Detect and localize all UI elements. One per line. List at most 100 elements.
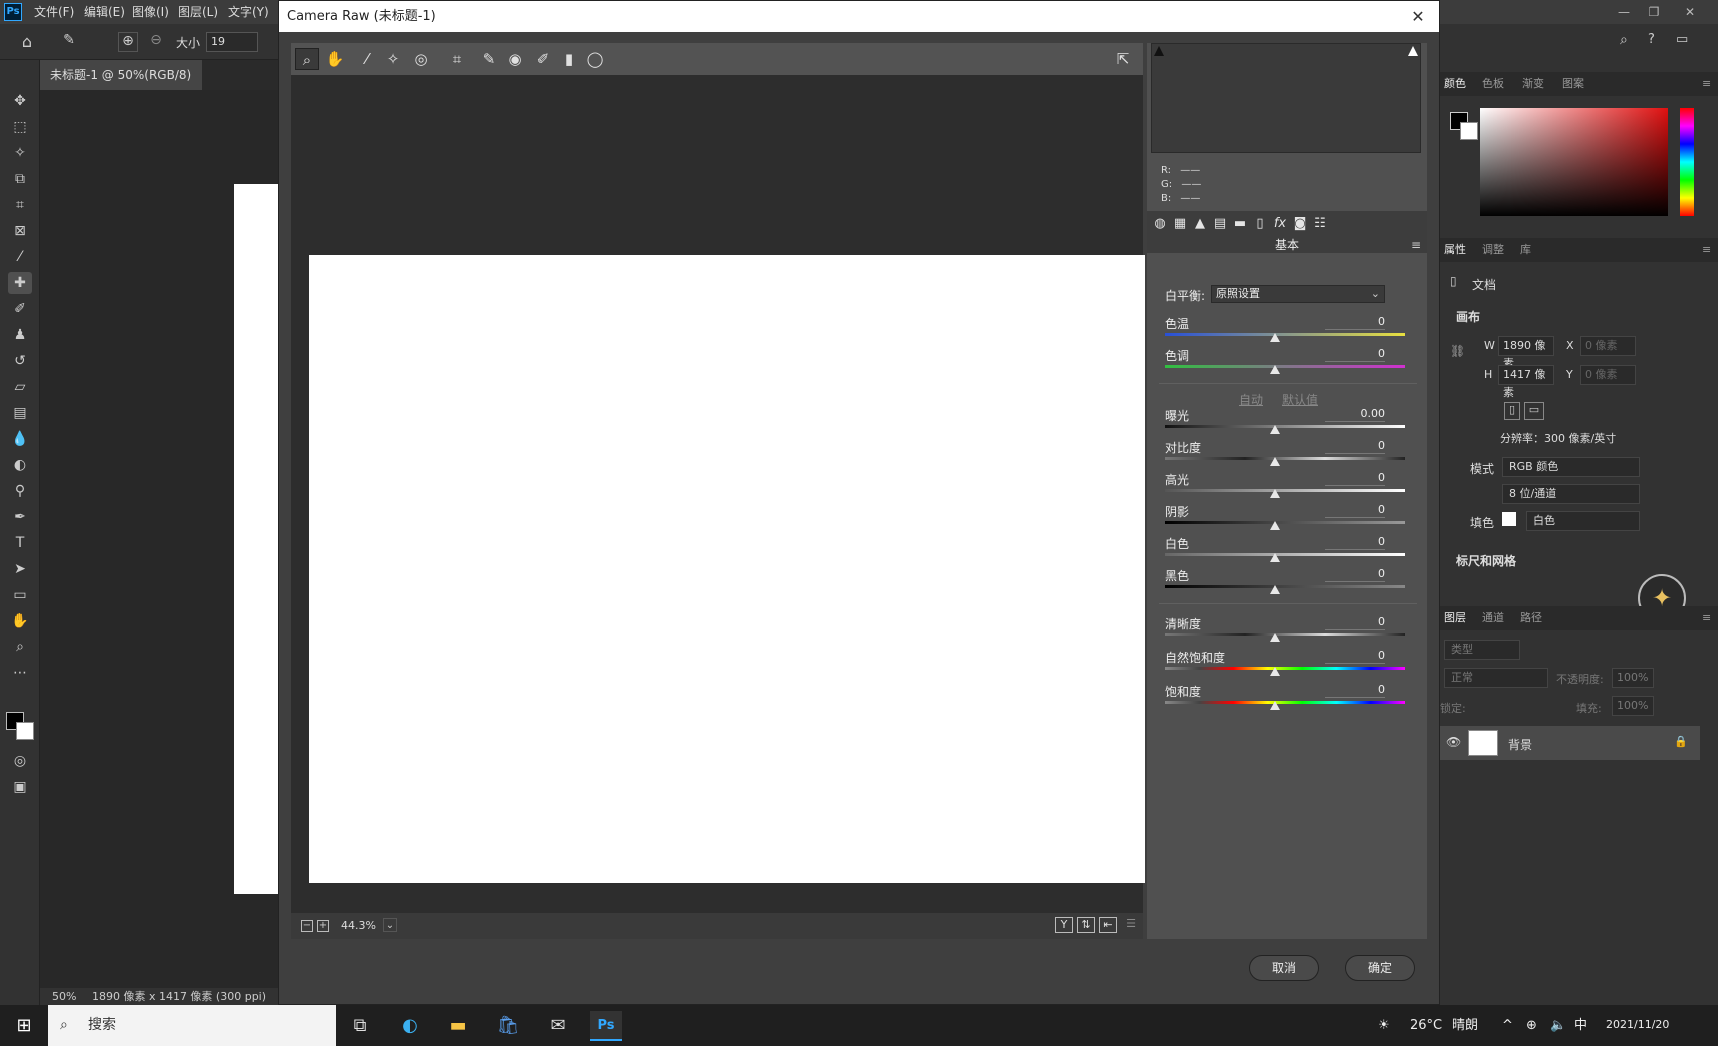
link-icon[interactable]: ⛓ [1450, 344, 1465, 360]
workspace-icon[interactable]: ▭ [1676, 32, 1694, 50]
blend-mode-select[interactable]: 正常 [1444, 668, 1548, 688]
highlights-thumb[interactable] [1270, 489, 1280, 498]
tab-gradients[interactable]: 渐变 [1522, 72, 1544, 96]
pen-tool-icon[interactable]: ✒ [8, 506, 32, 528]
exposure-thumb[interactable] [1270, 425, 1280, 434]
shadows-track[interactable] [1165, 521, 1405, 524]
rectangle-tool-icon[interactable]: ▭ [8, 584, 32, 606]
cancel-button[interactable]: 取消 [1249, 955, 1319, 981]
ok-button[interactable]: 确定 [1345, 955, 1415, 981]
opacity-input[interactable]: 100% [1612, 668, 1654, 688]
document-tab[interactable]: 未标题-1 @ 50%(RGB/8) × [40, 60, 202, 112]
fill-color-swatch[interactable] [1502, 512, 1516, 526]
move-tool-icon[interactable]: ✥ [8, 90, 32, 112]
object-select-tool-icon[interactable]: ⧉ [8, 168, 32, 190]
temperature-track[interactable] [1165, 333, 1405, 336]
tab-color[interactable]: 颜色 [1444, 72, 1466, 96]
landscape-icon[interactable]: ▭ [1524, 402, 1544, 420]
tray-chevron-icon[interactable]: ^ [1502, 1005, 1513, 1046]
camera-calibration-tab-icon[interactable]: ◙ [1291, 215, 1309, 233]
cr-zoom-tool-icon[interactable]: ⌕ [295, 48, 319, 70]
whites-value[interactable]: 0 [1325, 535, 1385, 550]
exposure-track[interactable] [1165, 425, 1405, 428]
panel-menu-icon[interactable]: ≡ [1702, 72, 1711, 96]
effects-tab-icon[interactable]: fx [1271, 215, 1289, 233]
highlights-track[interactable] [1165, 489, 1405, 492]
more-tools-icon[interactable]: ⋯ [8, 662, 32, 684]
tab-swatches[interactable]: 色板 [1482, 72, 1504, 96]
brush-tool-icon[interactable]: ✐ [8, 298, 32, 320]
weather-icon[interactable]: ☀ [1378, 1005, 1390, 1046]
camera-raw-image[interactable] [309, 255, 1145, 883]
task-view-icon[interactable]: ⧉ [344, 1011, 376, 1041]
contrast-thumb[interactable] [1270, 457, 1280, 466]
windows-start-icon[interactable]: ⊞ [8, 1011, 40, 1041]
temperature-value[interactable]: 0 [1325, 315, 1385, 330]
vibrance-value[interactable]: 0 [1325, 649, 1385, 664]
visibility-eye-icon[interactable]: 👁 [1446, 735, 1462, 751]
taskbar-search[interactable]: ⌕ 搜索 [48, 1005, 336, 1046]
white-balance-select[interactable]: 原照设置 ⌄ [1211, 285, 1385, 303]
help-icon[interactable]: ? [1648, 32, 1664, 50]
saturation-thumb[interactable] [1270, 701, 1280, 710]
weather-temp[interactable]: 26°C [1410, 1005, 1442, 1046]
cr-hand-tool-icon[interactable]: ✋ [323, 48, 347, 70]
blacks-value[interactable]: 0 [1325, 567, 1385, 582]
minimize-button[interactable]: — [1612, 2, 1636, 22]
file-explorer-icon[interactable]: ▬ [442, 1011, 474, 1041]
tint-track[interactable] [1165, 365, 1405, 368]
mail-icon[interactable]: ✉ [542, 1011, 574, 1041]
exposure-value[interactable]: 0.00 [1325, 407, 1385, 422]
tint-thumb[interactable] [1270, 365, 1280, 374]
volume-icon[interactable]: 🔈 [1550, 1005, 1566, 1046]
fill-percent-input[interactable]: 100% [1612, 696, 1654, 716]
y-input[interactable]: 0 像素 [1580, 365, 1636, 385]
saturation-track[interactable] [1165, 701, 1405, 704]
temperature-thumb[interactable] [1270, 333, 1280, 342]
zoom-in-icon[interactable]: + [317, 920, 329, 932]
tint-value[interactable]: 0 [1325, 347, 1385, 362]
document-canvas[interactable] [234, 184, 280, 894]
detail-tab-icon[interactable]: ▲ [1191, 215, 1209, 233]
stamp-tool-icon[interactable]: ♟ [8, 324, 32, 346]
tab-paths[interactable]: 路径 [1520, 606, 1542, 630]
before-after-icon[interactable]: Y [1055, 917, 1073, 933]
tab-properties[interactable]: 属性 [1444, 238, 1466, 262]
restore-button[interactable]: ❐ [1642, 2, 1666, 22]
quick-select-tool-icon[interactable]: ✧ [8, 142, 32, 164]
lens-corrections-tab-icon[interactable]: ▯ [1251, 215, 1269, 233]
layer-filter-select[interactable]: 类型 [1444, 640, 1520, 660]
whites-track[interactable] [1165, 553, 1405, 556]
eraser-tool-icon[interactable]: ▱ [8, 376, 32, 398]
hue-slider[interactable] [1680, 108, 1694, 216]
cr-adjustment-brush-icon[interactable]: ✐ [531, 48, 555, 70]
portrait-icon[interactable]: ▯ [1504, 402, 1520, 420]
rulers-grid-section-header[interactable]: 标尺和网格 [1456, 552, 1516, 569]
menu-edit[interactable]: 编辑(E) [84, 0, 125, 24]
contrast-track[interactable] [1165, 457, 1405, 460]
marquee-tool-icon[interactable]: ⬚ [8, 116, 32, 138]
menu-layer[interactable]: 图层(L) [178, 0, 218, 24]
path-select-tool-icon[interactable]: ➤ [8, 558, 32, 580]
home-icon[interactable]: ⌂ [16, 32, 38, 52]
panel-menu-icon[interactable]: ≡ [1702, 238, 1711, 262]
gradient-tool-icon[interactable]: ▤ [8, 402, 32, 424]
crop-tool-icon[interactable]: ⌗ [8, 194, 32, 216]
shadows-thumb[interactable] [1270, 521, 1280, 530]
default-link[interactable]: 默认值 [1282, 391, 1318, 408]
search-icon[interactable]: ⌕ [1620, 32, 1636, 50]
clarity-track[interactable] [1165, 633, 1405, 636]
tab-libraries[interactable]: 库 [1520, 238, 1531, 262]
canvas-section-header[interactable]: 画布 [1456, 308, 1480, 325]
panel-menu-icon[interactable]: ≡ [1702, 606, 1711, 630]
cr-color-sampler-tool-icon[interactable]: ✧ [381, 48, 405, 70]
dodge-tool-icon[interactable]: ◐ [8, 454, 32, 476]
width-input[interactable]: 1890 像素 [1498, 336, 1554, 370]
height-input[interactable]: 1417 像素 [1498, 365, 1554, 399]
cr-zoom-value[interactable]: 44.3% [341, 919, 376, 932]
cr-red-eye-tool-icon[interactable]: ◉ [503, 48, 527, 70]
fill-select[interactable]: 白色 [1526, 511, 1640, 531]
edge-browser-icon[interactable]: ◐ [394, 1011, 426, 1041]
panel-menu-icon[interactable]: ≡ [1411, 237, 1421, 253]
layer-row[interactable]: 👁 背景 🔒 [1440, 726, 1700, 760]
